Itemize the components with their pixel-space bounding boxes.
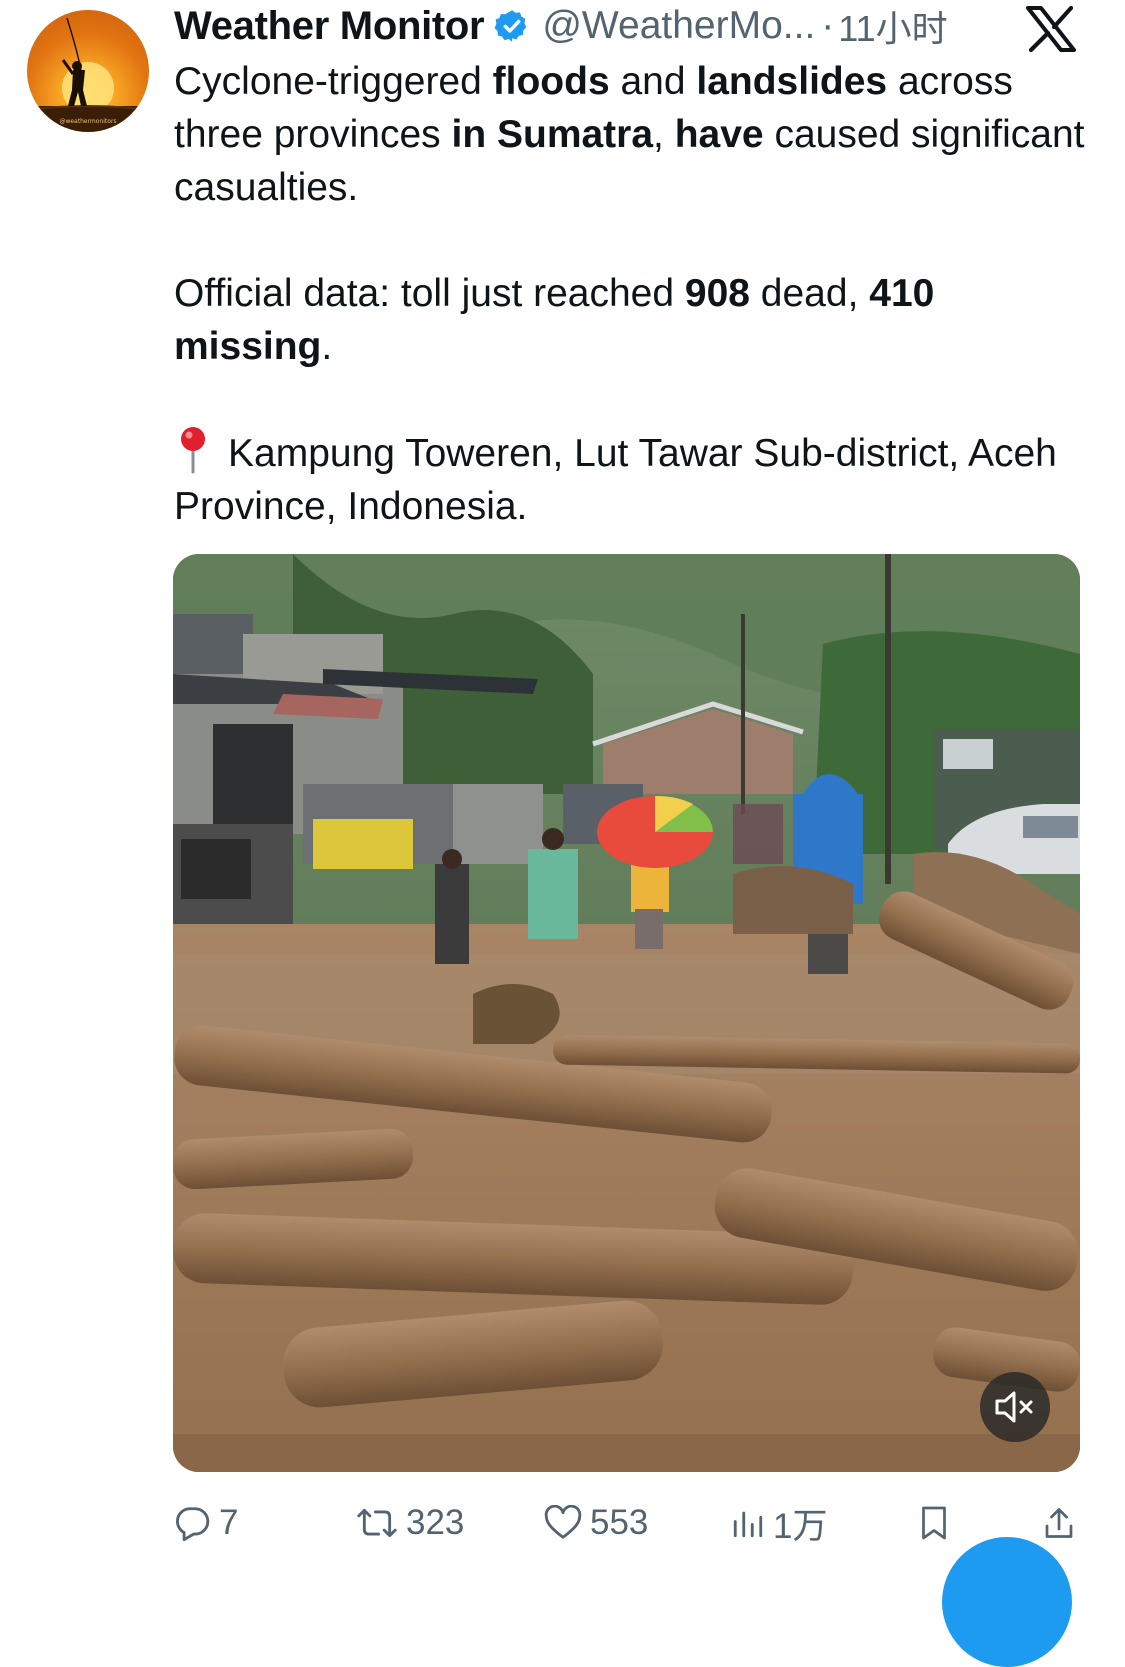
reply-button[interactable]: 7 (173, 1498, 238, 1548)
author-name[interactable]: Weather Monitor (174, 4, 485, 49)
post-time[interactable]: 11小时 (838, 0, 947, 52)
views-count: 1万 (773, 1506, 828, 1546)
tweet-paragraph-1: Cyclone-triggered floods and landslides … (174, 60, 1085, 209)
repost-button[interactable]: 323 (356, 1498, 464, 1548)
tweet: @weathermonitors Weather Monitor @Weathe… (0, 0, 1125, 1667)
video-media[interactable] (173, 554, 1080, 1472)
verified-badge-icon (494, 10, 527, 42)
tweet-paragraph-3: Kampung Toweren, Lut Tawar Sub-district,… (174, 426, 1094, 533)
compose-button[interactable] (942, 1537, 1072, 1667)
tweet-paragraph-2: Official data: toll just reached 908 dea… (174, 272, 935, 368)
tweet-header: Weather Monitor @WeatherMo... · 11小时 (174, 0, 1094, 52)
repost-count: 323 (406, 1503, 465, 1542)
separator-dot: · (821, 4, 835, 47)
avatar[interactable]: @weathermonitors (27, 10, 149, 132)
bookmark-icon (922, 1506, 946, 1540)
speaker-muted-icon (995, 1391, 1033, 1423)
share-button[interactable] (1041, 1498, 1085, 1548)
round-pushpin-icon (181, 427, 205, 474)
repost-icon (357, 1508, 397, 1538)
avatar-caption: @weathermonitors (59, 118, 116, 125)
like-count: 553 (590, 1503, 649, 1542)
flood-scene-image (173, 554, 1080, 1472)
tweet-actions: 7 323 553 1万 (173, 1498, 1093, 1548)
author-handle[interactable]: @WeatherMo... (542, 4, 815, 48)
analytics-bar-icon (733, 1511, 763, 1538)
mute-toggle-button[interactable] (980, 1372, 1050, 1442)
reply-count: 7 (219, 1503, 239, 1542)
angler-silhouette-icon: @weathermonitors (27, 17, 149, 132)
reply-icon (176, 1507, 210, 1542)
tweet-text: Cyclone-triggered floods and landslides … (174, 55, 1094, 533)
heart-icon (544, 1505, 582, 1539)
views-button[interactable]: 1万 (731, 1498, 827, 1548)
like-button[interactable]: 553 (544, 1498, 648, 1548)
share-icon (1045, 1508, 1073, 1538)
x-logo-icon[interactable] (1025, 5, 1077, 53)
bookmark-button[interactable] (918, 1498, 958, 1548)
